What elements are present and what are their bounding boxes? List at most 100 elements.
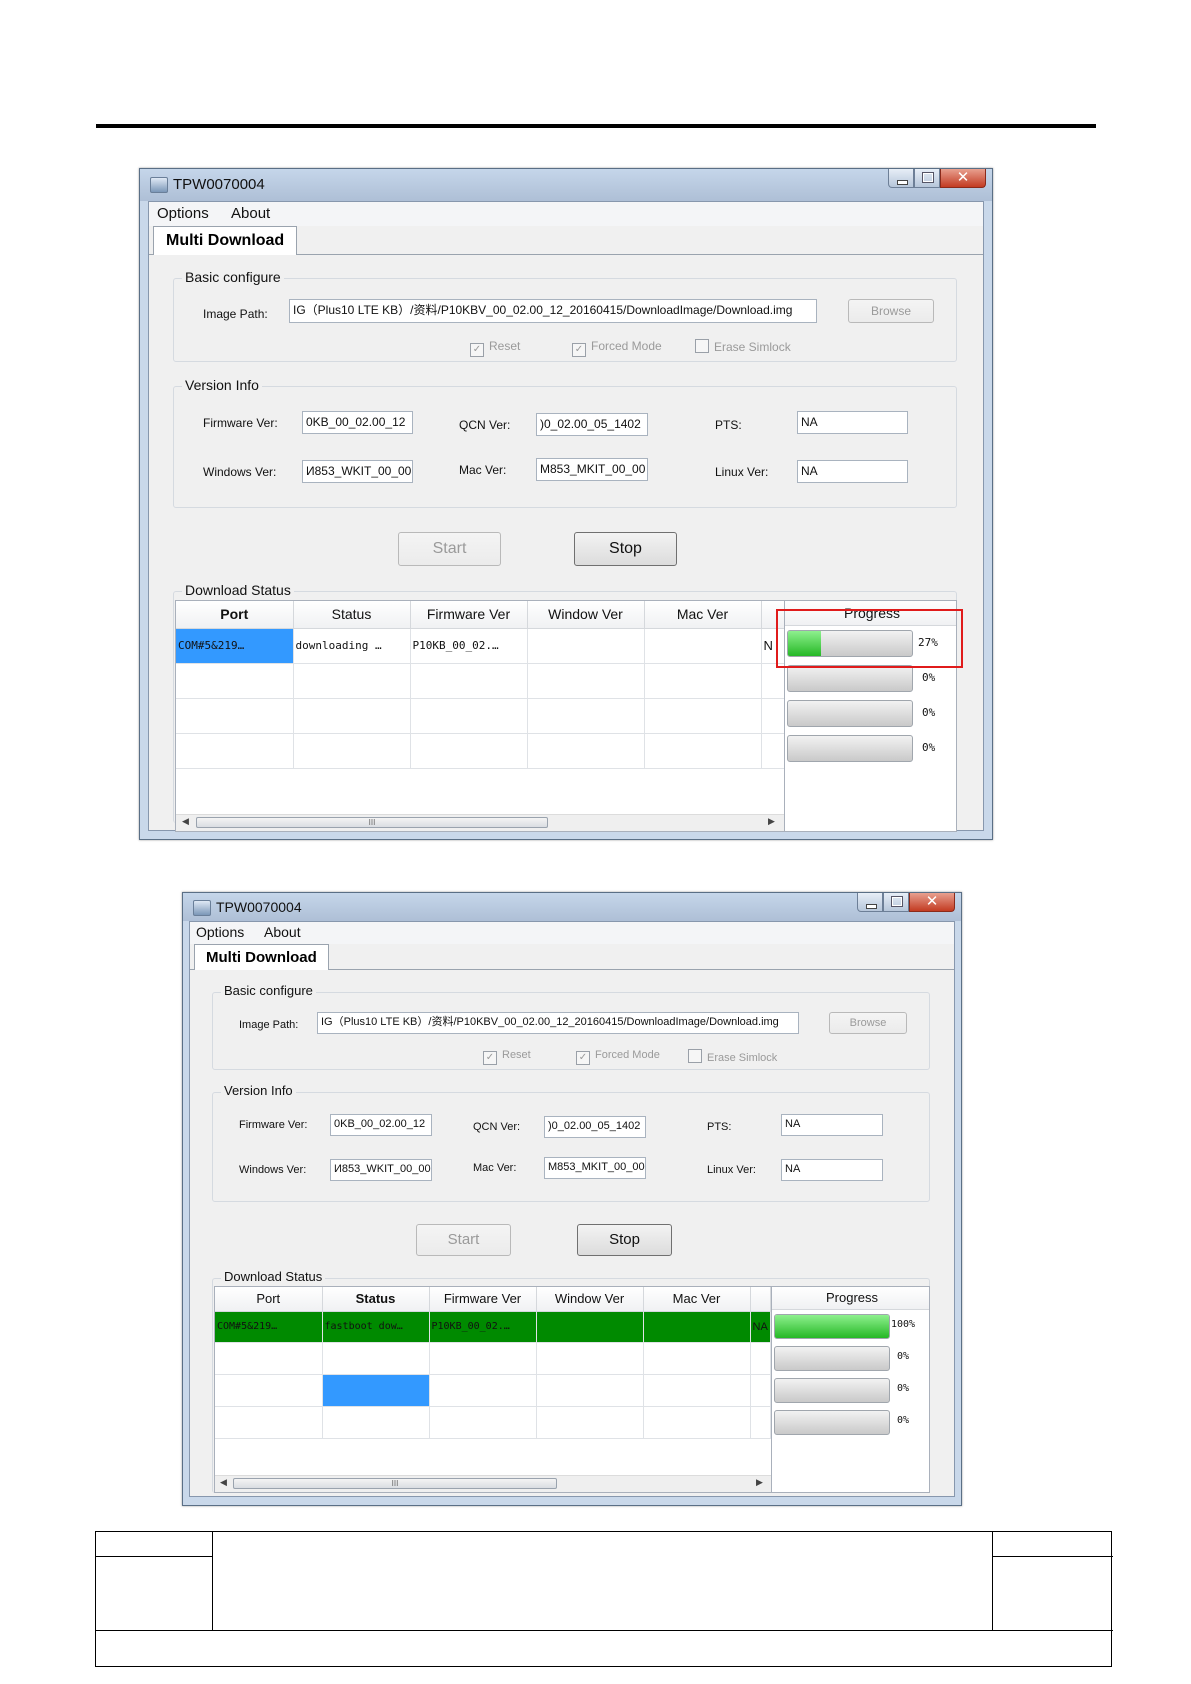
- window-cell[interactable]: [536, 1374, 644, 1407]
- port-cell[interactable]: COM#5&219…: [215, 1311, 323, 1343]
- mac-cell[interactable]: [644, 733, 762, 769]
- pts-field[interactable]: NA: [781, 1114, 883, 1136]
- erase-simlock-checkbox[interactable]: Erase Simlock: [695, 339, 791, 354]
- windows-ver-field[interactable]: И853_WKIT_00_00: [330, 1159, 432, 1181]
- close-button[interactable]: ✕: [909, 893, 955, 912]
- mac-cell[interactable]: [643, 1406, 751, 1439]
- firmware-cell[interactable]: P10KB_00_02.…: [429, 1311, 537, 1343]
- firmware-cell[interactable]: [429, 1342, 537, 1375]
- qcn-ver-field[interactable]: )0_02.00_05_1402: [536, 413, 648, 436]
- firmware-cell[interactable]: [429, 1406, 537, 1439]
- table-row[interactable]: [215, 1374, 771, 1407]
- status-cell[interactable]: [293, 698, 411, 734]
- title-bar[interactable]: TPW0070004 ✕: [183, 893, 961, 921]
- image-path-field[interactable]: ІG（Plus10 LTE KB）/资料/P10KBV_00_02.00_12_…: [317, 1012, 799, 1034]
- mac-cell[interactable]: [644, 663, 762, 699]
- col-mac-ver[interactable]: Mac Ver: [644, 601, 762, 629]
- col-port[interactable]: Port: [215, 1287, 323, 1312]
- forced-mode-checkbox[interactable]: ✓ Forced Mode: [576, 1049, 660, 1065]
- linux-ver-field[interactable]: NA: [797, 460, 908, 483]
- menu-options[interactable]: Options: [157, 205, 209, 222]
- window-cell[interactable]: [527, 628, 645, 664]
- image-path-field[interactable]: ІG（Plus10 LTE KB）/资料/P10KBV_00_02.00_12_…: [289, 299, 817, 323]
- close-button[interactable]: ✕: [940, 169, 986, 188]
- firmware-cell[interactable]: P10KB_00_02.…: [410, 628, 528, 664]
- mac-cell[interactable]: [643, 1311, 751, 1343]
- col-port[interactable]: Port: [176, 601, 294, 629]
- mac-cell[interactable]: [643, 1374, 751, 1407]
- mac-cell[interactable]: [643, 1342, 751, 1375]
- table-row[interactable]: [176, 733, 785, 769]
- firmware-ver-field[interactable]: 0KB_00_02.00_12: [302, 411, 413, 434]
- status-cell[interactable]: [322, 1342, 430, 1375]
- firmware-cell[interactable]: [410, 698, 528, 734]
- table-row[interactable]: [215, 1342, 771, 1375]
- menu-about[interactable]: About: [231, 205, 270, 222]
- status-cell[interactable]: [293, 733, 411, 769]
- col-window-ver[interactable]: Window Ver: [527, 601, 645, 629]
- horizontal-scrollbar[interactable]: ◀ III ▶: [215, 1475, 771, 1492]
- reset-checkbox[interactable]: ✓ Reset: [470, 339, 520, 357]
- browse-button[interactable]: Browse: [848, 299, 934, 323]
- window-cell[interactable]: [536, 1406, 644, 1439]
- forced-mode-checkbox[interactable]: ✓ Forced Mode: [572, 339, 662, 357]
- tab-multi-download[interactable]: Multi Download: [194, 944, 329, 970]
- port-cell[interactable]: COM#5&219…: [176, 628, 294, 664]
- table-row[interactable]: [176, 698, 785, 734]
- linux-ver-field[interactable]: NA: [781, 1159, 883, 1181]
- qcn-ver-field[interactable]: )0_02.00_05_1402: [544, 1116, 646, 1138]
- stop-button[interactable]: Stop: [574, 532, 677, 566]
- table-row[interactable]: COM#5&219… downloading … P10KB_00_02.… N: [176, 628, 785, 664]
- firmware-cell[interactable]: [410, 733, 528, 769]
- title-bar[interactable]: TPW0070004 ✕: [140, 169, 992, 201]
- horizontal-scrollbar[interactable]: ◀ III ▶: [176, 814, 784, 831]
- col-mac-ver[interactable]: Mac Ver: [643, 1287, 751, 1312]
- start-button[interactable]: Start: [398, 532, 501, 566]
- status-cell[interactable]: downloading …: [293, 628, 411, 664]
- mac-ver-field[interactable]: M853_MKIT_00_00: [544, 1157, 646, 1179]
- col-status[interactable]: Status: [322, 1287, 430, 1312]
- window-cell[interactable]: [536, 1311, 644, 1343]
- reset-checkbox[interactable]: ✓ Reset: [483, 1049, 531, 1065]
- scroll-right-icon[interactable]: ▶: [768, 816, 775, 827]
- window-cell[interactable]: [527, 733, 645, 769]
- tab-multi-download[interactable]: Multi Download: [153, 226, 298, 255]
- maximize-button[interactable]: [914, 169, 940, 188]
- maximize-button[interactable]: [883, 893, 909, 912]
- scroll-thumb[interactable]: III: [196, 817, 548, 828]
- firmware-cell[interactable]: [429, 1374, 537, 1407]
- windows-ver-field[interactable]: И853_WKIT_00_00: [302, 460, 413, 483]
- mac-cell[interactable]: [644, 698, 762, 734]
- table-row[interactable]: [176, 663, 785, 699]
- port-cell[interactable]: [176, 698, 294, 734]
- browse-button[interactable]: Browse: [829, 1012, 907, 1034]
- scroll-left-icon[interactable]: ◀: [220, 1477, 227, 1488]
- menu-about[interactable]: About: [264, 924, 301, 940]
- window-cell[interactable]: [527, 663, 645, 699]
- port-cell[interactable]: [215, 1342, 323, 1375]
- stop-button[interactable]: Stop: [577, 1224, 672, 1256]
- status-cell[interactable]: [293, 663, 411, 699]
- table-row[interactable]: COM#5&219… fastboot dow… P10KB_00_02.… N…: [215, 1311, 771, 1343]
- menu-options[interactable]: Options: [196, 924, 244, 940]
- status-cell[interactable]: fastboot dow…: [322, 1311, 430, 1343]
- port-cell[interactable]: [215, 1406, 323, 1439]
- pts-field[interactable]: NA: [797, 411, 908, 434]
- firmware-ver-field[interactable]: 0KB_00_02.00_12: [330, 1114, 432, 1136]
- minimize-button[interactable]: [857, 893, 883, 912]
- scroll-left-icon[interactable]: ◀: [182, 816, 189, 827]
- scroll-thumb[interactable]: III: [233, 1478, 557, 1489]
- port-cell[interactable]: [176, 663, 294, 699]
- window-cell[interactable]: [527, 698, 645, 734]
- status-cell[interactable]: [322, 1374, 430, 1407]
- minimize-button[interactable]: [888, 169, 914, 188]
- window-cell[interactable]: [536, 1342, 644, 1375]
- port-cell[interactable]: [176, 733, 294, 769]
- status-cell[interactable]: [322, 1406, 430, 1439]
- col-window-ver[interactable]: Window Ver: [536, 1287, 644, 1312]
- table-row[interactable]: [215, 1406, 771, 1439]
- firmware-cell[interactable]: [410, 663, 528, 699]
- start-button[interactable]: Start: [416, 1224, 511, 1256]
- col-firmware-ver[interactable]: Firmware Ver: [410, 601, 528, 629]
- col-status[interactable]: Status: [293, 601, 411, 629]
